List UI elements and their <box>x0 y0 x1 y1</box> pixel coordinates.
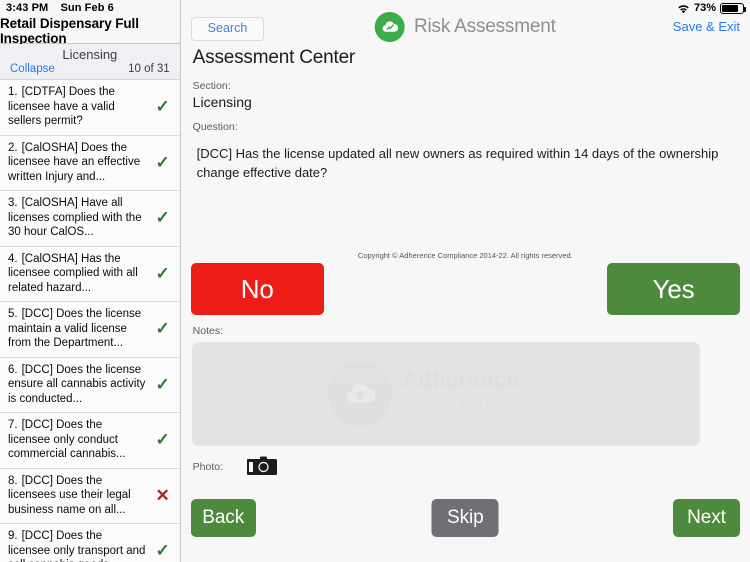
question-row-text: 7. [DCC] Does the licensee only conduct c… <box>8 418 150 462</box>
main-toolbar: Search Risk Assessment Save & Exit <box>181 0 750 44</box>
navigation-buttons: Back Skip Next <box>181 499 750 537</box>
section-field-label: Section: <box>192 80 231 92</box>
question-row-number: 1. <box>8 86 18 98</box>
question-row[interactable]: 5. [DCC] Does the license maintain a vali… <box>0 302 180 358</box>
question-row-number: 9. <box>8 530 18 542</box>
question-row[interactable]: 3. [CalOSHA] Have all licenses complied w… <box>0 191 180 247</box>
camera-icon[interactable] <box>247 455 278 479</box>
green-check-icon: ✓ <box>155 541 170 561</box>
back-button[interactable]: Back <box>190 499 256 537</box>
question-row-text: 3. [CalOSHA] Have all licenses complied w… <box>8 196 150 240</box>
question-row-text: 4. [CalOSHA] Has the licensee complied wi… <box>8 252 150 296</box>
sidebar-titlebar: Retail Dispensary Full Inspection <box>0 0 180 46</box>
question-row-text: 6. [DCC] Does the license ensure all cann… <box>8 363 150 407</box>
question-field-value: [DCC] Has the license updated all new ow… <box>196 146 719 180</box>
main-panel: Search Risk Assessment Save & Exit Asses… <box>180 0 750 562</box>
question-row-label: [DCC] Does the licensee only conduct com… <box>8 419 126 460</box>
question-row[interactable]: 4. [CalOSHA] Has the licensee complied wi… <box>0 246 180 302</box>
green-check-icon: ✓ <box>155 430 170 450</box>
collapse-link[interactable]: Collapse <box>10 63 55 75</box>
question-row-number: 7. <box>8 419 18 431</box>
save-and-exit-button[interactable]: Save & Exit <box>673 19 740 34</box>
question-row-number: 5. <box>8 308 18 320</box>
answer-yes-button[interactable]: Yes <box>607 263 740 315</box>
green-check-icon: ✓ <box>155 374 170 394</box>
question-row-label: [DCC] Does the licensees use their legal… <box>8 474 131 516</box>
question-row[interactable]: 1. [CDTFA] Does the licensee have a valid… <box>0 80 180 136</box>
watermark-line-2: Compliance <box>402 387 563 421</box>
question-list[interactable]: 1. [CDTFA] Does the licensee have a valid… <box>0 80 180 562</box>
copyright-text: Copyright © Adherence Compliance 2014-22… <box>357 251 573 260</box>
question-row-text: 2. [CalOSHA] Does the licensee have an ef… <box>8 141 150 185</box>
question-field-label: Question: <box>192 121 238 133</box>
search-button[interactable]: Search <box>190 17 265 41</box>
question-row-text: 8. [DCC] Does the licensees use their leg… <box>8 474 150 518</box>
question-row-label: [CDTFA] Does the licensee have a valid s… <box>8 86 115 127</box>
skip-button[interactable]: Skip <box>431 499 499 537</box>
sidebar: Retail Dispensary Full Inspection Licens… <box>0 0 181 562</box>
question-row-number: 4. <box>8 252 18 265</box>
inspection-title: Retail Dispensary Full Inspection <box>0 15 139 46</box>
brand-name: Risk Assessment <box>414 16 556 37</box>
question-row-number: 2. <box>8 141 18 154</box>
notes-input[interactable]: Adherence Compliance <box>191 342 700 446</box>
section-name: Licensing <box>62 47 118 62</box>
answer-buttons: No Yes <box>181 263 750 315</box>
photo-label: Photo: <box>192 461 224 473</box>
green-check-icon: ✓ <box>155 263 170 283</box>
question-row-number: 8. <box>8 474 18 487</box>
app-root: 3:43 PM Sun Feb 6 73% Retail Dispensary … <box>0 0 750 562</box>
question-row-label: [DCC] Does the licensee only transport a… <box>8 530 146 562</box>
question-row-label: [CalOSHA] Have all licenses complied wit… <box>8 197 142 238</box>
green-check-icon: ✓ <box>155 319 170 339</box>
question-row-number: 6. <box>8 363 18 376</box>
question-row-number: 3. <box>8 197 18 209</box>
brand-header: Risk Assessment <box>375 12 556 42</box>
red-x-icon: ✕ <box>155 485 170 505</box>
watermark: Adherence Compliance <box>192 342 700 446</box>
cloud-watermark-icon <box>328 362 393 426</box>
question-row-text: 9. [DCC] Does the licensee only transport… <box>8 529 150 562</box>
question-row[interactable]: 9. [DCC] Does the licensee only transport… <box>0 524 180 562</box>
photo-row: Photo: <box>192 455 278 479</box>
question-row[interactable]: 6. [DCC] Does the license ensure all cann… <box>0 357 180 413</box>
question-row[interactable]: 7. [DCC] Does the licensee only conduct c… <box>0 413 180 469</box>
question-row-label: [DCC] Does the license ensure all cannab… <box>8 363 146 405</box>
question-row[interactable]: 2. [CalOSHA] Does the licensee have an ef… <box>0 135 180 191</box>
cloud-check-logo-icon <box>375 12 405 42</box>
green-check-icon: ✓ <box>155 97 170 117</box>
answer-no-button[interactable]: No <box>190 263 324 315</box>
green-check-icon: ✓ <box>155 152 170 172</box>
question-row-label: [CalOSHA] Has the licensee complied with… <box>8 252 138 294</box>
sidebar-section-header: Licensing Collapse 10 of 31 <box>0 44 180 80</box>
question-row-label: [DCC] Does the license maintain a valid … <box>8 308 142 349</box>
question-row-label: [CalOSHA] Does the licensee have an effe… <box>8 141 141 183</box>
page-title: Assessment Center <box>192 47 356 68</box>
question-row-text: 1. [CDTFA] Does the licensee have a valid… <box>8 85 150 129</box>
question-row-text: 5. [DCC] Does the license maintain a vali… <box>8 307 150 351</box>
notes-label: Notes: <box>192 325 224 337</box>
section-progress-count: 10 of 31 <box>128 63 170 75</box>
next-button[interactable]: Next <box>673 499 740 537</box>
section-field-value: Licensing <box>192 94 252 110</box>
question-row[interactable]: 8. [DCC] Does the licensees use their leg… <box>0 468 180 524</box>
green-check-icon: ✓ <box>155 208 170 228</box>
